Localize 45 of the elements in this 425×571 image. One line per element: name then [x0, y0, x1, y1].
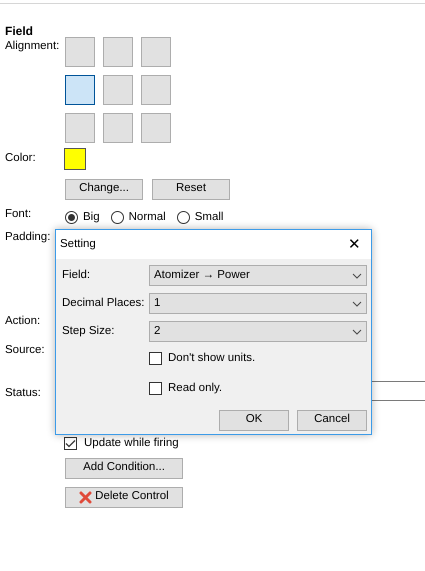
chevron-icon [352, 272, 362, 278]
section-title: Field [5, 24, 34, 38]
field-label: Decimal Places: [62, 296, 146, 310]
chevron-icon [352, 300, 362, 306]
field-label: Status: [5, 386, 42, 401]
field-label: Alignment: [5, 40, 60, 54]
button[interactable]: Reset [152, 178, 230, 200]
field-label: Field: [62, 268, 92, 282]
dropdown[interactable]: Atomizer → Power [149, 265, 367, 286]
field-label: Font: [5, 208, 32, 222]
button[interactable]: OK [219, 410, 289, 431]
button[interactable]: Cancel [297, 410, 367, 431]
field-label: Action: [5, 315, 42, 330]
alignment-cell[interactable] [65, 112, 95, 143]
radio-option[interactable]: Small [176, 210, 224, 225]
alignment-cell[interactable] [141, 36, 171, 67]
alignment-cell[interactable] [141, 74, 171, 105]
dropdown[interactable]: 1 [149, 293, 367, 314]
radio-option[interactable]: Big [65, 210, 100, 225]
dropdown-value: 1 [154, 296, 160, 310]
alignment-cell[interactable] [141, 112, 171, 143]
close-button[interactable]: ✕ [338, 237, 371, 252]
alignment-cell[interactable] [103, 112, 133, 143]
field-label: Source: [5, 344, 46, 358]
dropdown-value: 2 [154, 324, 160, 338]
alignment-cell[interactable] [65, 74, 95, 105]
button[interactable]: Change... [65, 178, 143, 200]
checkbox-option[interactable]: Update while firing [64, 436, 179, 451]
field-label: Padding: [5, 230, 52, 244]
checkbox-option[interactable]: Read only. [149, 382, 222, 396]
window-title: Setting [60, 238, 96, 252]
alignment-cell[interactable] [103, 36, 133, 67]
alignment-cell[interactable] [65, 36, 95, 67]
chevron-icon [352, 328, 362, 334]
dropdown-value: Atomizer → Power [154, 268, 250, 282]
button[interactable]: Add Condition... [65, 458, 183, 479]
field-label: Step Size: [62, 324, 116, 338]
alignment-cell[interactable] [103, 74, 133, 105]
check-icon [65, 439, 76, 448]
field-label: Color: [5, 152, 37, 166]
radio-option[interactable]: Normal [110, 210, 166, 225]
dropdown[interactable]: 2 [149, 321, 367, 342]
button[interactable]: Delete Control [65, 486, 183, 508]
delete-icon [79, 490, 92, 504]
checkbox-option[interactable]: Don't show units. [149, 352, 256, 366]
